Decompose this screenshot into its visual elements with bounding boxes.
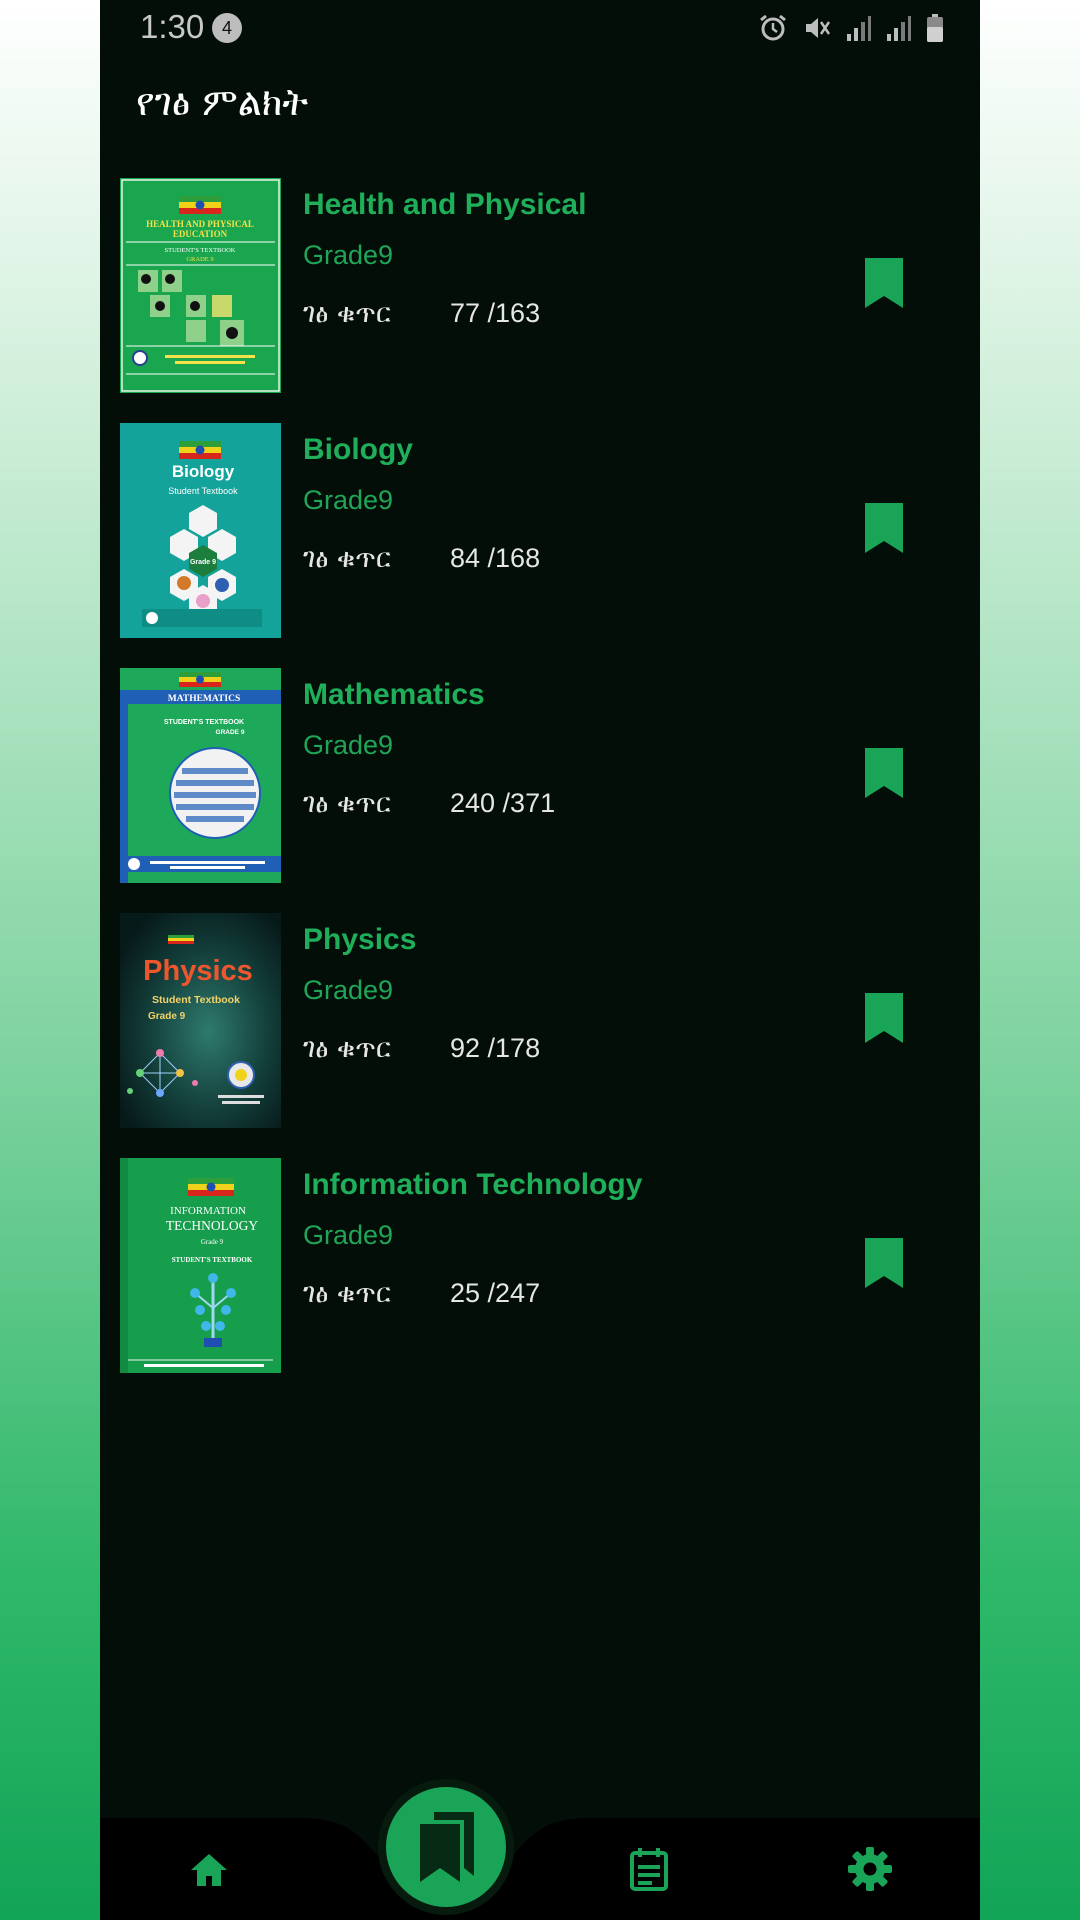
book-item-mathematics[interactable]: MATHEMATICS STUDENT'S TEXTBOOK GRADE 9 M… <box>100 668 980 913</box>
cover-subtitle: STUDENT'S TEXTBOOK <box>165 247 236 254</box>
cover-subtitle: STUDENT'S TEXTBOOK <box>172 1256 253 1264</box>
signal-icon <box>847 16 871 41</box>
page-progress: 84 /168 <box>450 543 541 573</box>
book-title[interactable]: Information Technology <box>303 1168 642 1202</box>
book-item-information-technology[interactable]: INFORMATION TECHNOLOGY Grade 9 STUDENT'S… <box>100 1158 980 1403</box>
page-number-label: ገፅ ቁጥር <box>303 1278 391 1309</box>
mute-icon <box>806 18 831 38</box>
cover-title-line1: HEALTH AND PHYSICAL <box>146 219 254 229</box>
alarm-icon <box>760 14 786 41</box>
cover-subtitle: STUDENT'S TEXTBOOK <box>164 719 244 726</box>
book-title[interactable]: Health and Physical <box>303 188 586 222</box>
cover-grade: GRADE 9 <box>186 256 213 263</box>
book-item-physics[interactable]: Physics Student Textbook Grade 9 Physics… <box>100 913 980 1158</box>
page-number-label: ገፅ ቁጥር <box>303 298 391 329</box>
book-grade: Grade9 <box>303 240 394 270</box>
bookmark-icon[interactable] <box>864 503 904 553</box>
home-icon <box>191 1854 227 1886</box>
page-title: የገፅ ምልክት <box>136 80 309 124</box>
book-grade: Grade9 <box>303 975 394 1005</box>
bookmark-icon[interactable] <box>864 258 904 308</box>
book-cover[interactable]: Biology Student Textbook Grade 9 <box>120 423 281 638</box>
settings-icon <box>848 1847 892 1891</box>
cover-title-line1: Physics <box>143 955 253 987</box>
cover-title-line1: MATHEMATICS <box>168 694 240 704</box>
book-cover[interactable]: INFORMATION TECHNOLOGY Grade 9 STUDENT'S… <box>120 1158 281 1373</box>
cover-title-line1: INFORMATION <box>170 1205 246 1217</box>
nav-notes[interactable] <box>627 1846 677 1896</box>
page-number-label: ገፅ ቁጥር <box>303 1033 391 1064</box>
book-cover[interactable]: HEALTH AND PHYSICAL EDUCATION STUDENT'S … <box>120 178 281 393</box>
cover-grade: Grade 9 <box>201 1238 224 1246</box>
notification-count-badge: 4 <box>212 13 242 43</box>
book-item-health[interactable]: HEALTH AND PHYSICAL EDUCATION STUDENT'S … <box>100 178 980 423</box>
page-progress: 240 /371 <box>450 788 556 818</box>
book-title[interactable]: Physics <box>303 923 416 957</box>
book-cover[interactable]: MATHEMATICS STUDENT'S TEXTBOOK GRADE 9 <box>120 668 281 883</box>
cover-grade: GRADE 9 <box>216 729 245 736</box>
book-grade: Grade9 <box>303 1220 394 1250</box>
status-icons <box>758 10 944 46</box>
page-progress: 25 /247 <box>450 1278 541 1308</box>
bookmarks-icon <box>420 1812 474 1882</box>
cover-title-line1: Biology <box>172 462 235 481</box>
status-bar: 1:30 4 <box>100 0 980 56</box>
page-number-label: ገፅ ቁጥር <box>303 788 391 819</box>
cover-subtitle: Student Textbook <box>152 994 240 1006</box>
bookmark-list[interactable]: HEALTH AND PHYSICAL EDUCATION STUDENT'S … <box>100 178 980 1403</box>
page-progress: 92 /178 <box>450 1033 541 1063</box>
book-grade: Grade9 <box>303 730 394 760</box>
cover-title-line2: EDUCATION <box>173 229 228 239</box>
nav-settings[interactable] <box>847 1846 897 1896</box>
status-time: 1:30 <box>140 8 205 45</box>
book-grade: Grade9 <box>303 485 394 515</box>
page-number-label: ገፅ ቁጥር <box>303 543 391 574</box>
fab-bookmarks <box>378 1779 514 1915</box>
nav-home[interactable] <box>187 1848 237 1898</box>
cover-title-line2: TECHNOLOGY <box>166 1218 258 1233</box>
bookmark-icon[interactable] <box>864 748 904 798</box>
book-cover[interactable]: Physics Student Textbook Grade 9 <box>120 913 281 1128</box>
bookmark-icon[interactable] <box>864 1238 904 1288</box>
book-title[interactable]: Biology <box>303 433 413 467</box>
cover-grade: Grade 9 <box>190 559 216 566</box>
cover-grade: Grade 9 <box>148 1011 186 1022</box>
page-progress: 77 /163 <box>450 298 541 328</box>
notes-icon <box>630 1848 668 1891</box>
bookmark-icon[interactable] <box>864 993 904 1043</box>
app-screen: 1:30 4 የገፅ ምልክት HEALTH AND PHYSICAL EDUC… <box>100 0 980 1920</box>
signal-icon <box>887 16 911 41</box>
book-title[interactable]: Mathematics <box>303 678 485 712</box>
bookmarks-nav-button[interactable] <box>386 1787 506 1907</box>
book-item-biology[interactable]: Biology Student Textbook Grade 9 Biology… <box>100 423 980 668</box>
cover-subtitle: Student Textbook <box>168 486 238 496</box>
battery-icon <box>927 14 943 42</box>
